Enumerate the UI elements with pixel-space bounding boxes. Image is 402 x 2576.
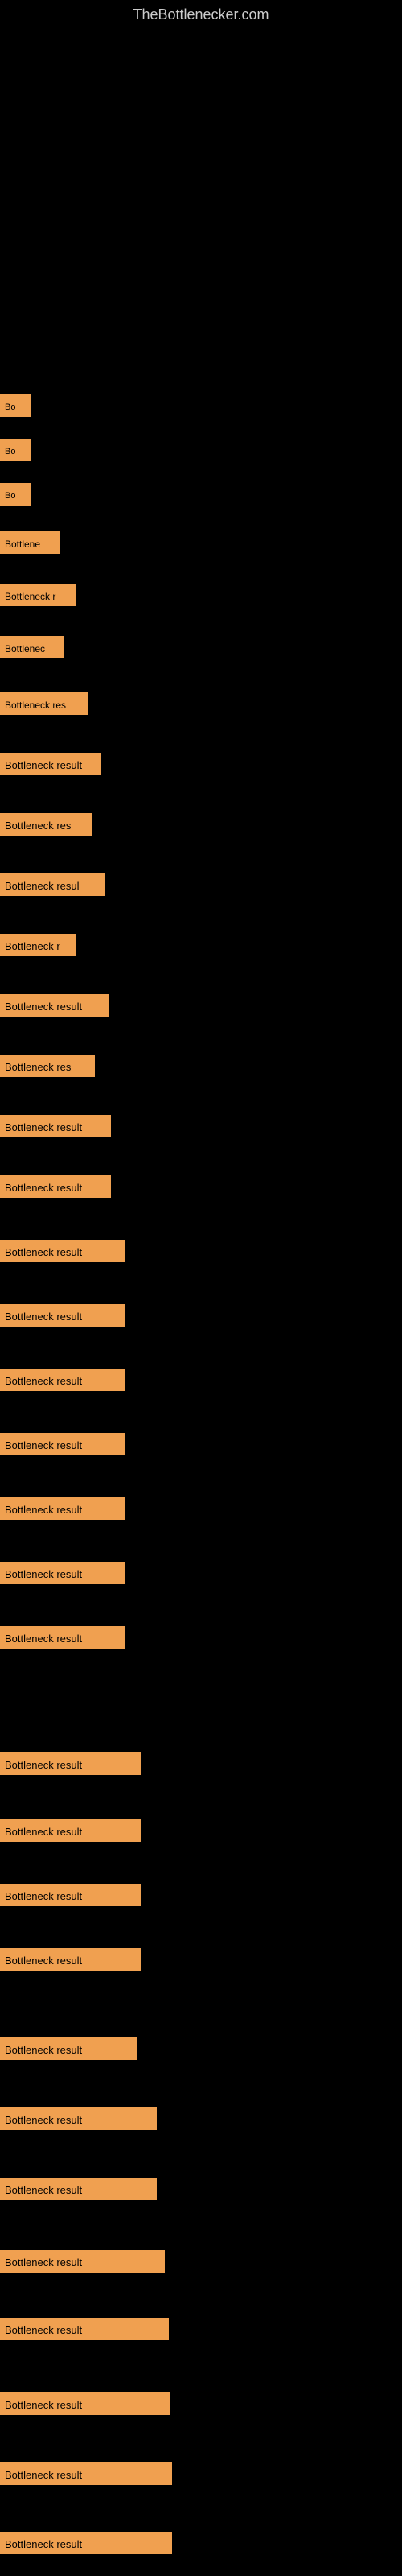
bottleneck-result-container: Bottleneck result [0, 1497, 125, 1520]
bottleneck-result-bar: Bottleneck result [0, 1240, 125, 1262]
bottleneck-result-container: Bottleneck res [0, 1055, 95, 1077]
bottleneck-result-container: Bottleneck result [0, 1175, 111, 1198]
bottleneck-result-bar: Bottleneck result [0, 1562, 125, 1584]
bottleneck-result-container: Bottleneck result [0, 2318, 169, 2340]
bottleneck-result-container: Bottleneck result [0, 2392, 170, 2415]
bottleneck-result-bar: Bottleneck result [0, 1368, 125, 1391]
bottleneck-result-container: Bottlene [0, 531, 60, 554]
bottleneck-result-bar: Bottleneck r [0, 934, 76, 956]
bottleneck-result-bar: Bottleneck result [0, 1884, 141, 1906]
bottleneck-result-container: Bottleneck res [0, 813, 92, 836]
bottleneck-result-container: Bottleneck resul [0, 873, 105, 896]
bottleneck-result-container: Bottleneck result [0, 753, 100, 775]
bottleneck-result-container: Bottleneck res [0, 692, 88, 715]
bottleneck-result-container: Bottlenec [0, 636, 64, 658]
bottleneck-result-bar: Bottleneck result [0, 2532, 172, 2554]
bottleneck-result-container: Bottleneck result [0, 1368, 125, 1391]
bottleneck-result-bar: Bottleneck resul [0, 873, 105, 896]
bottleneck-result-container: Bottleneck result [0, 1626, 125, 1649]
bottleneck-result-bar: Bottleneck r [0, 584, 76, 606]
bottleneck-result-container: Bottleneck result [0, 2462, 172, 2485]
bottleneck-result-container: Bottleneck r [0, 584, 76, 606]
bottleneck-result-bar: Bottleneck result [0, 2392, 170, 2415]
bottleneck-result-container: Bottleneck result [0, 2107, 157, 2130]
bottleneck-result-container: Bo [0, 439, 31, 461]
bottleneck-result-container: Bottleneck result [0, 1115, 111, 1137]
bottleneck-result-bar: Bottleneck result [0, 2318, 169, 2340]
bottleneck-result-bar: Bottleneck result [0, 1948, 141, 1971]
bottleneck-result-bar: Bottleneck result [0, 2107, 157, 2130]
bottleneck-result-container: Bottleneck result [0, 1433, 125, 1455]
bottleneck-result-container: Bottleneck result [0, 1819, 141, 1842]
bottleneck-result-container: Bottleneck result [0, 1948, 141, 1971]
bottleneck-result-container: Bottleneck result [0, 2178, 157, 2200]
bottleneck-result-container: Bottleneck result [0, 1752, 141, 1775]
bottleneck-result-container: Bottleneck result [0, 1304, 125, 1327]
bottleneck-result-container: Bottleneck result [0, 2250, 165, 2273]
bottleneck-result-bar: Bottleneck result [0, 1304, 125, 1327]
bottleneck-result-bar: Bottleneck result [0, 994, 109, 1017]
bottleneck-result-container: Bottleneck result [0, 1562, 125, 1584]
bottleneck-result-container: Bottleneck result [0, 1884, 141, 1906]
site-title: TheBottlenecker.com [0, 0, 402, 27]
bottleneck-result-bar: Bottleneck result [0, 1497, 125, 1520]
bottleneck-result-container: Bottleneck result [0, 994, 109, 1017]
bottleneck-result-container: Bottleneck r [0, 934, 76, 956]
bottleneck-result-container: Bottleneck result [0, 1240, 125, 1262]
bottleneck-result-bar: Bottleneck result [0, 1819, 141, 1842]
bottleneck-result-bar: Bottleneck res [0, 1055, 95, 1077]
bottleneck-result-bar: Bottleneck result [0, 1115, 111, 1137]
bottleneck-result-bar: Bottleneck result [0, 2178, 157, 2200]
bottleneck-result-bar: Bottleneck result [0, 1752, 141, 1775]
bottleneck-result-bar: Bottleneck result [0, 2037, 137, 2060]
bottleneck-result-bar: Bottleneck result [0, 2250, 165, 2273]
bottleneck-result-bar: Bottlene [0, 531, 60, 554]
bottleneck-result-bar: Bottleneck result [0, 1626, 125, 1649]
bottleneck-result-container: Bottleneck result [0, 2037, 137, 2060]
bottleneck-result-bar: Bottleneck result [0, 2462, 172, 2485]
bottleneck-result-container: Bo [0, 483, 31, 506]
bottleneck-result-bar: Bottleneck res [0, 813, 92, 836]
bottleneck-result-bar: Bottleneck res [0, 692, 88, 715]
bottleneck-result-bar: Bottleneck result [0, 1175, 111, 1198]
bottleneck-result-bar: Bo [0, 439, 31, 461]
bottleneck-result-bar: Bo [0, 483, 31, 506]
bottleneck-result-bar: Bottleneck result [0, 753, 100, 775]
bottleneck-result-bar: Bottlenec [0, 636, 64, 658]
bottleneck-result-bar: Bo [0, 394, 31, 417]
bottleneck-result-bar: Bottleneck result [0, 1433, 125, 1455]
bottleneck-result-container: Bottleneck result [0, 2532, 172, 2554]
bottleneck-result-container: Bo [0, 394, 31, 417]
